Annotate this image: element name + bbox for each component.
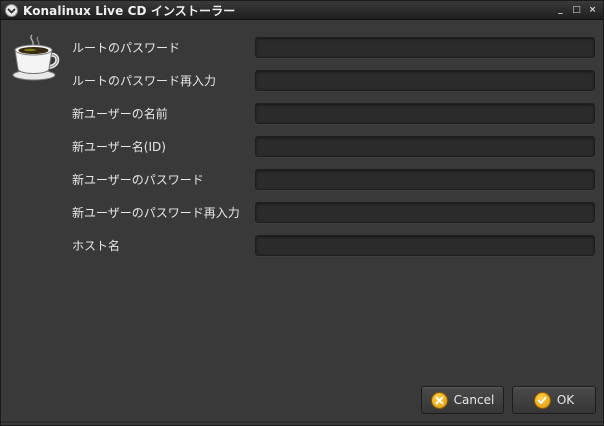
hostname-input[interactable] bbox=[255, 235, 595, 256]
ok-button[interactable]: OK bbox=[512, 386, 596, 414]
minimize-button[interactable]: _ bbox=[556, 3, 565, 16]
hostname-label: ホスト名 bbox=[72, 239, 121, 253]
form-row-hostname: ホスト名 bbox=[1, 235, 603, 257]
root-password-label: ルートのパスワード bbox=[72, 41, 181, 55]
user-id-label: 新ユーザー名(ID) bbox=[72, 140, 166, 154]
form-row-user-password-confirm: 新ユーザーのパスワード再入力 bbox=[1, 202, 603, 224]
form-row-root-password: ルートのパスワード bbox=[1, 37, 603, 59]
cancel-button-label: Cancel bbox=[453, 393, 495, 407]
window-bottom-edge bbox=[1, 421, 603, 423]
user-full-name-label: 新ユーザーの名前 bbox=[72, 107, 168, 121]
form-row-user-full-name: 新ユーザーの名前 bbox=[1, 103, 603, 125]
dialog-content: ルートのパスワード ルートのパスワード再入力 新ユーザーの名前 新ユーザー名(I… bbox=[1, 21, 603, 423]
root-password-confirm-label: ルートのパスワード再入力 bbox=[72, 74, 217, 88]
cancel-button[interactable]: Cancel bbox=[421, 386, 504, 414]
ok-button-label: OK bbox=[556, 393, 575, 407]
cancel-icon bbox=[430, 391, 448, 409]
check-icon bbox=[533, 391, 551, 409]
window-title: Konalinux Live CD インストーラー bbox=[23, 3, 236, 18]
user-password-confirm-input[interactable] bbox=[255, 202, 595, 223]
user-id-input[interactable] bbox=[255, 136, 595, 157]
maximize-button[interactable]: □ bbox=[572, 3, 581, 16]
form-row-user-password: 新ユーザーのパスワード bbox=[1, 169, 603, 191]
form-row-root-password-confirm: ルートのパスワード再入力 bbox=[1, 70, 603, 92]
root-password-input[interactable] bbox=[255, 37, 595, 58]
user-password-confirm-label: 新ユーザーのパスワード再入力 bbox=[72, 206, 240, 220]
installer-window: Konalinux Live CD インストーラー _ □ × ルートのパスワー… bbox=[0, 0, 604, 426]
root-password-confirm-input[interactable] bbox=[255, 70, 595, 91]
form-row-user-id: 新ユーザー名(ID) bbox=[1, 136, 603, 158]
window-controls: _ □ × bbox=[556, 3, 597, 16]
user-password-label: 新ユーザーのパスワード bbox=[72, 173, 204, 187]
user-password-input[interactable] bbox=[255, 169, 595, 190]
user-full-name-input[interactable] bbox=[255, 103, 595, 124]
close-button[interactable]: × bbox=[588, 3, 597, 16]
title-bar[interactable]: Konalinux Live CD インストーラー _ □ × bbox=[1, 1, 603, 20]
window-menu-icon[interactable] bbox=[5, 3, 18, 17]
